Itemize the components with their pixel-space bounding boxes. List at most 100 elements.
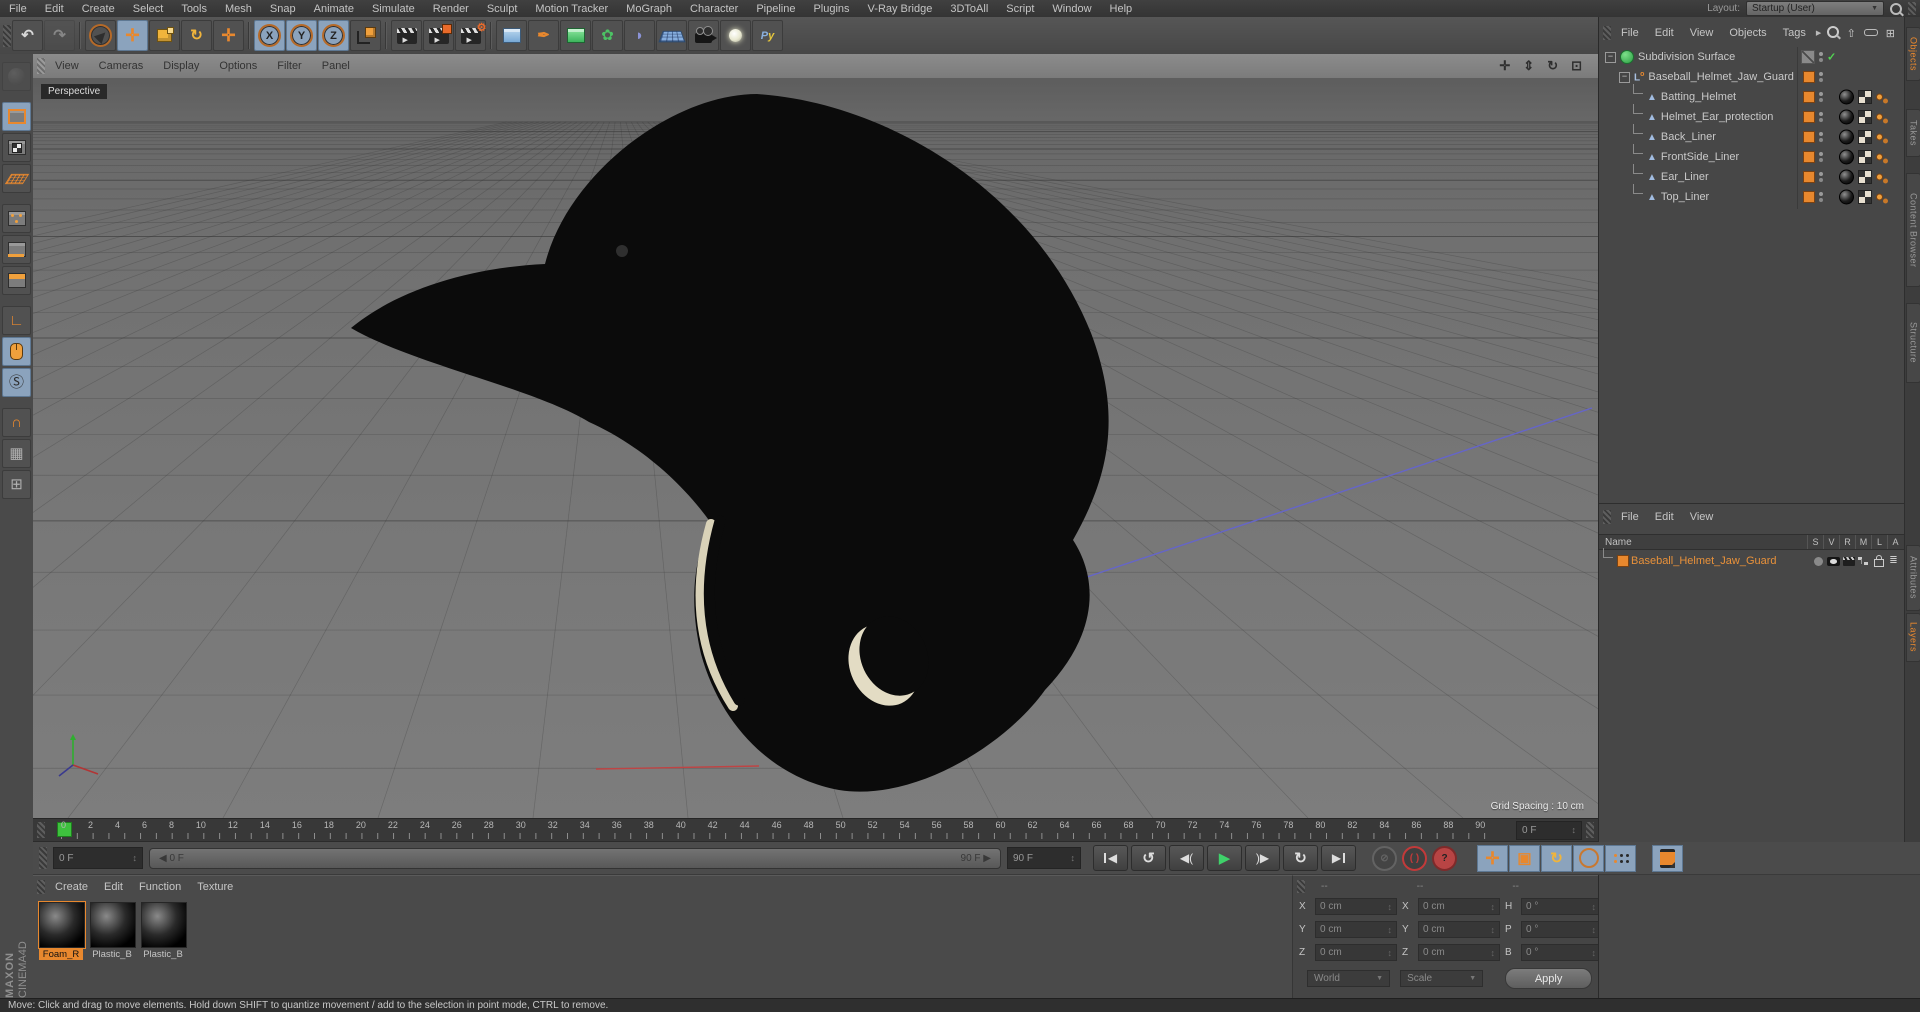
timeline-ruler[interactable]: 0 2 4 6 8 10 12 14 16 18 20 22 24 26 28 30 32 34 36 38 40 42 4… xyxy=(33,818,1598,842)
x-axis-lock[interactable]: X xyxy=(254,20,285,51)
visibility-dots[interactable] xyxy=(1819,192,1823,196)
snap-toggle[interactable]: Ⓢ xyxy=(2,368,31,397)
autokey-help-button[interactable]: ? xyxy=(1432,845,1457,871)
edges-mode[interactable] xyxy=(2,235,31,264)
uvw-tag[interactable] xyxy=(1858,150,1872,164)
phong-tag[interactable] xyxy=(1876,133,1883,141)
viewport-menu-cameras[interactable]: Cameras xyxy=(89,60,154,72)
menu-file[interactable]: File xyxy=(0,3,36,15)
rotation-field-h[interactable]: 0 ° ↕ xyxy=(1521,898,1601,915)
tree-row-ear-liner[interactable]: ▲ Ear_Liner xyxy=(1599,164,1903,187)
size-field-z[interactable]: 0 cm ↕ xyxy=(1418,944,1500,961)
tree-row-subdivision-surface[interactable]: − Subdivision Surface ✓ xyxy=(1599,47,1903,67)
modeling-object-menu[interactable]: ✿ xyxy=(592,20,623,51)
play-button[interactable]: ▶ xyxy=(1207,845,1242,871)
current-frame-field[interactable]: 0 F ↕ xyxy=(1516,820,1582,840)
coordinate-space-dropdown[interactable]: World ▼ xyxy=(1307,970,1391,987)
spinner-icon[interactable]: ↕ xyxy=(1572,825,1577,835)
menu-overflow-icon[interactable]: ▶ xyxy=(1816,29,1821,37)
material-tag[interactable] xyxy=(1839,129,1854,145)
visibility-dots[interactable] xyxy=(1819,112,1823,116)
goto-start-button[interactable]: ◀ xyxy=(1093,845,1128,871)
expand-toggle[interactable]: − xyxy=(1619,71,1630,83)
transform-mode-dropdown[interactable]: Scale ▼ xyxy=(1400,970,1484,987)
uvw-tag[interactable] xyxy=(1858,170,1872,184)
tree-row-frontside-liner[interactable]: ▲ FrontSide_Liner xyxy=(1599,144,1903,167)
spinner-icon[interactable]: ↕ xyxy=(1592,925,1597,935)
parameter-key-toggle[interactable] xyxy=(1573,844,1604,872)
viewport-menu-display[interactable]: Display xyxy=(153,60,209,72)
menu-v-ray-bridge[interactable]: V-Ray Bridge xyxy=(859,3,942,15)
material-tag[interactable] xyxy=(1839,109,1854,125)
visibility-dots[interactable] xyxy=(1819,72,1823,76)
axis-mode[interactable]: ∟ xyxy=(2,306,31,335)
record-keyframe-button[interactable]: ( ) xyxy=(1402,845,1427,871)
om-menu-file[interactable]: File xyxy=(1613,27,1647,39)
preview-range-slider[interactable]: ◀ 0 F 90 F ▶ xyxy=(149,847,1001,869)
up-level-button[interactable]: ⇧ xyxy=(1847,27,1856,40)
visibility-dots[interactable] xyxy=(1819,92,1823,96)
light-object-menu[interactable] xyxy=(720,20,751,51)
pla-key-toggle[interactable] xyxy=(1605,844,1636,872)
expand-toggle[interactable]: − xyxy=(1605,51,1616,63)
layer-color-swatch[interactable] xyxy=(1617,555,1629,567)
goto-end-button[interactable]: ▶ xyxy=(1321,845,1356,871)
layer-row[interactable]: Baseball_Helmet_Jaw_Guard ≣ xyxy=(1603,548,1901,570)
material-tag[interactable] xyxy=(1839,89,1854,105)
enable-toggle[interactable] xyxy=(1801,50,1815,64)
viewport-menu-view[interactable]: View xyxy=(45,60,89,72)
polygons-mode[interactable] xyxy=(2,266,31,295)
undo-button[interactable]: ↶ xyxy=(12,20,43,51)
material-plastic-b-2[interactable]: Plastic_B xyxy=(141,902,187,960)
spinner-icon[interactable]: ↕ xyxy=(1592,948,1597,958)
menu-3dtoall[interactable]: 3DToAll xyxy=(941,3,997,15)
render-toggle-toggle[interactable] xyxy=(1841,556,1856,566)
material-plastic-b-1[interactable]: Plastic_B xyxy=(90,902,136,960)
menu-mesh[interactable]: Mesh xyxy=(216,3,261,15)
spinner-icon[interactable]: ↕ xyxy=(1388,902,1393,912)
om-menu-view[interactable]: View xyxy=(1682,27,1722,39)
layer-color-swatch[interactable] xyxy=(1803,191,1815,203)
phong-tag[interactable] xyxy=(1876,153,1883,161)
remove-button[interactable] xyxy=(1863,27,1878,39)
spinner-icon[interactable]: ↕ xyxy=(1592,902,1597,912)
viewport-canvas[interactable]: Perspective Grid Spacing : 10 cm xyxy=(33,78,1598,818)
render-picture-viewer-button[interactable] xyxy=(423,20,454,51)
phong-tag[interactable] xyxy=(1876,93,1883,101)
camera-object-menu[interactable] xyxy=(688,20,719,51)
menu-tools[interactable]: Tools xyxy=(172,3,216,15)
rotate-tool[interactable]: ↻ xyxy=(181,20,212,51)
tab-objects[interactable]: Objects xyxy=(1906,27,1920,81)
menu-render[interactable]: Render xyxy=(424,3,478,15)
view-label[interactable]: Perspective xyxy=(41,84,108,99)
tab-layers[interactable]: Layers xyxy=(1906,613,1920,662)
pan-view-button[interactable]: ✛ xyxy=(1499,59,1510,73)
viewport-menu-panel[interactable]: Panel xyxy=(312,60,360,72)
layer-color-swatch[interactable] xyxy=(1803,171,1815,183)
size-field-y[interactable]: 0 cm ↕ xyxy=(1418,921,1500,938)
render-view-button[interactable] xyxy=(391,20,422,51)
menu-mograph[interactable]: MoGraph xyxy=(617,3,681,15)
spinner-icon[interactable]: ↕ xyxy=(1388,948,1393,958)
range-start-field[interactable]: 0 F ↕ xyxy=(53,847,143,869)
search-button[interactable] xyxy=(1826,25,1839,41)
menu-sculpt[interactable]: Sculpt xyxy=(478,3,527,15)
model-mode[interactable] xyxy=(2,102,31,131)
om-menu-tags[interactable]: Tags xyxy=(1775,27,1814,39)
material-tag[interactable] xyxy=(1839,149,1854,165)
menu-pipeline[interactable]: Pipeline xyxy=(747,3,804,15)
material-tag[interactable] xyxy=(1839,169,1854,185)
rotation-field-p[interactable]: 0 ° ↕ xyxy=(1521,921,1601,938)
primitive-object-menu[interactable] xyxy=(496,20,527,51)
play-forward-button[interactable]: ↻ xyxy=(1283,845,1318,871)
uvw-tag[interactable] xyxy=(1858,110,1872,124)
play-backward-button[interactable]: ↺ xyxy=(1131,845,1166,871)
visibility-dots[interactable] xyxy=(1819,172,1823,176)
sound-toggle[interactable]: ⊘ xyxy=(1372,845,1397,871)
tree-row-top-liner[interactable]: ▲ Top_Liner xyxy=(1599,184,1903,207)
workplane-lock-toggle[interactable]: ▦ xyxy=(2,439,31,468)
tab-structure[interactable]: Structure xyxy=(1906,303,1920,383)
coordinate-system-toggle[interactable] xyxy=(350,20,381,51)
convert-mode[interactable] xyxy=(2,62,31,91)
spinner-icon[interactable]: ↕ xyxy=(1388,925,1393,935)
